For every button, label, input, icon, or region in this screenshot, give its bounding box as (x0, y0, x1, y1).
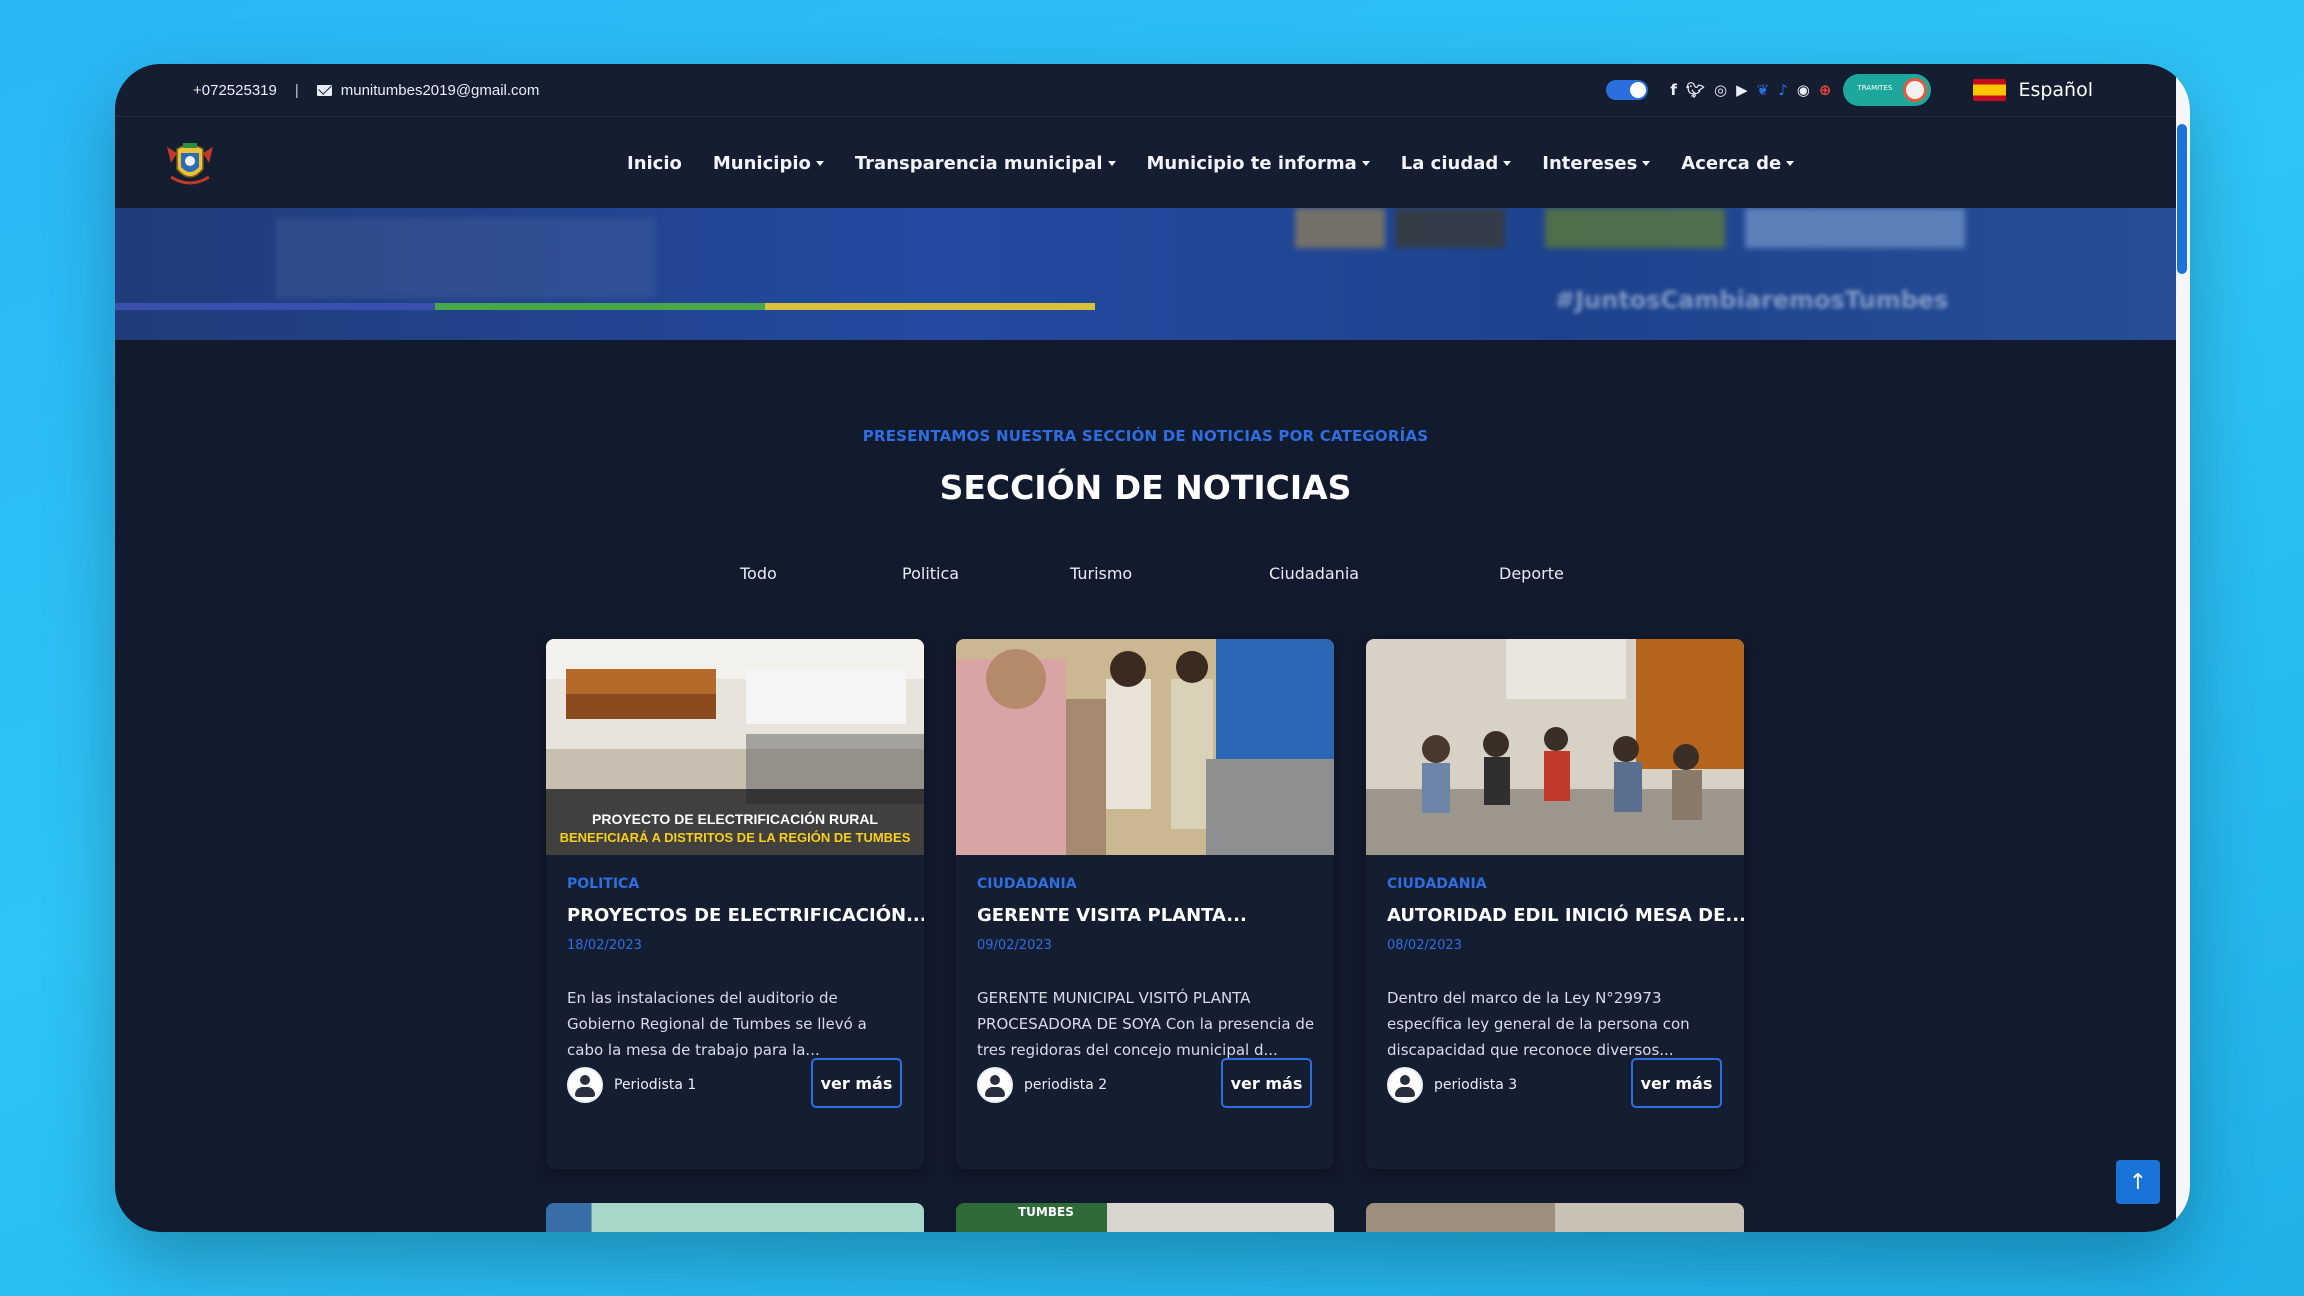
news-card-peek[interactable] (546, 1203, 924, 1232)
nav-item-municipio[interactable]: Municipio (713, 153, 824, 174)
top-contact-bar: +072525319 | munitumbes2019@gmail.com f … (115, 64, 2176, 116)
news-excerpt: Dentro del marco de la Ley N°29973 espec… (1387, 989, 1690, 1059)
news-image[interactable] (956, 639, 1334, 855)
section-kicker: PRESENTAMOS NUESTRA SECCIÓN DE NOTICIAS … (862, 427, 1429, 445)
avatar-icon (977, 1067, 1013, 1103)
nav-item-la-ciudad[interactable]: La ciudad (1401, 153, 1512, 174)
nav-item-transparencia[interactable]: Transparencia municipal (855, 153, 1116, 174)
news-excerpt: En las instalaciones del auditorio de Go… (567, 989, 867, 1059)
cp-icon[interactable]: ⊕ (1819, 82, 1832, 98)
author-name: Periodista 1 (614, 1077, 697, 1093)
banner-hashtag: #JuntosCambiaremosTumbes (1555, 286, 1949, 314)
ver-mas-button[interactable]: ver más (1221, 1058, 1312, 1108)
nav-item-acerca-de[interactable]: Acerca de (1681, 153, 1795, 174)
mail-icon (316, 84, 332, 96)
tramites-label: TRAMITES (1857, 84, 1893, 92)
section-title: SECCIÓN DE NOTICIAS (939, 468, 1352, 507)
nav-item-inicio[interactable]: Inicio (627, 153, 682, 174)
image-caption-1: PROYECTO DE ELECTRIFICACIÓN RURAL (592, 810, 878, 827)
main-navbar: Inicio Municipio Transparencia municipal… (115, 116, 2176, 208)
news-excerpt: GERENTE MUNICIPAL VISITÓ PLANTA PROCESAD… (977, 989, 1315, 1059)
news-card: PROYECTO DE ELECTRIFICACIÓN RURAL BENEFI… (546, 639, 924, 1169)
caret-down-icon (1503, 160, 1512, 166)
news-date: 08/02/2023 (1387, 938, 1462, 953)
news-date: 18/02/2023 (567, 938, 642, 953)
avatar-icon (1387, 1067, 1423, 1103)
caret-down-icon (1642, 160, 1651, 166)
nav-item-intereses[interactable]: Intereses (1542, 153, 1651, 174)
twitter-icon[interactable]: 🐦︎ (1686, 82, 1705, 98)
image-caption-2: BENEFICIARÁ A DISTRITOS DE LA REGIÓN DE … (560, 830, 911, 845)
hero-banner: #JuntosCambiaremosTumbes (115, 208, 2176, 340)
caret-down-icon (1107, 160, 1116, 166)
youtube-icon[interactable]: ▶ (1736, 82, 1748, 98)
filter-turismo[interactable]: Turismo (1070, 564, 1132, 583)
separator: | (294, 81, 299, 99)
news-date: 09/02/2023 (977, 938, 1052, 953)
caret-down-icon (815, 160, 824, 166)
spain-flag-icon (1973, 79, 2007, 101)
news-category[interactable]: CIUDADANIA (1387, 876, 1487, 892)
author-name: periodista 2 (1024, 1077, 1108, 1093)
butterfly-icon[interactable]: ❦ (1757, 82, 1770, 98)
language-selector[interactable]: Español (1973, 79, 2093, 101)
author-name: periodista 3 (1434, 1077, 1518, 1093)
category-filters: Todo Politica Turismo Ciudadania Deporte (115, 564, 2176, 594)
theme-toggle[interactable] (1606, 80, 1649, 100)
filter-deporte[interactable]: Deporte (1499, 564, 1564, 583)
news-card-peek[interactable]: TUMBES (956, 1203, 1334, 1232)
news-image[interactable] (1366, 639, 1744, 855)
caret-down-icon (1786, 160, 1795, 166)
page-scrollbar[interactable] (2176, 64, 2190, 1232)
news-title[interactable]: AUTORIDAD EDIL INICIÓ MESA DE... (1387, 905, 1744, 926)
instagram-icon[interactable]: ◎ (1714, 82, 1727, 98)
news-category[interactable]: POLITICA (567, 876, 639, 892)
filter-ciudadania[interactable]: Ciudadania (1269, 564, 1359, 583)
news-card: CIUDADANIA AUTORIDAD EDIL INICIÓ MESA DE… (1366, 639, 1744, 1169)
email-link[interactable]: munitumbes2019@gmail.com (341, 82, 540, 99)
tramites-button[interactable]: TRAMITES (1843, 74, 1932, 106)
social-links: f 🐦︎ ◎ ▶ ❦ ♪ ◉ ⊕ (1670, 82, 1832, 98)
news-author: periodista 2 (977, 1067, 1107, 1103)
browser-window: +072525319 | munitumbes2019@gmail.com f … (115, 64, 2190, 1232)
tiktok-icon[interactable]: ♪ (1778, 82, 1788, 98)
news-card: CIUDADANIA GERENTE VISITA PLANTA... 09/0… (956, 639, 1334, 1169)
arrow-up-icon[interactable]: ↑ (2116, 1160, 2160, 1204)
filter-todo[interactable]: Todo (740, 564, 777, 583)
portal-icon[interactable]: ◉ (1797, 82, 1810, 98)
news-title[interactable]: GERENTE VISITA PLANTA... (977, 905, 1317, 926)
municipality-logo[interactable] (161, 139, 219, 189)
nav-menu: Inicio Municipio Transparencia municipal… (627, 117, 1825, 209)
news-image[interactable]: PROYECTO DE ELECTRIFICACIÓN RURAL BENEFI… (546, 639, 924, 855)
news-author: Periodista 1 (567, 1067, 696, 1103)
news-category[interactable]: CIUDADANIA (977, 876, 1077, 892)
peek-label: TUMBES (1018, 1205, 1074, 1219)
scrollbar-thumb[interactable] (2177, 124, 2187, 274)
facebook-icon[interactable]: f (1670, 82, 1677, 98)
caret-down-icon (1361, 160, 1370, 166)
nav-item-municipio-te-informa[interactable]: Municipio te informa (1147, 153, 1370, 174)
phone-number: +072525319 (193, 81, 277, 99)
filter-politica[interactable]: Politica (902, 564, 959, 583)
avatar-icon (567, 1067, 603, 1103)
news-card-peek[interactable] (1366, 1203, 1744, 1232)
tramites-logo-icon (1903, 78, 1928, 102)
news-title[interactable]: PROYECTOS DE ELECTRIFICACIÓN... (567, 905, 924, 926)
news-author: periodista 3 (1387, 1067, 1517, 1103)
ver-mas-button[interactable]: ver más (1631, 1058, 1722, 1108)
language-label: Español (2018, 79, 2093, 101)
ver-mas-button[interactable]: ver más (811, 1058, 902, 1108)
